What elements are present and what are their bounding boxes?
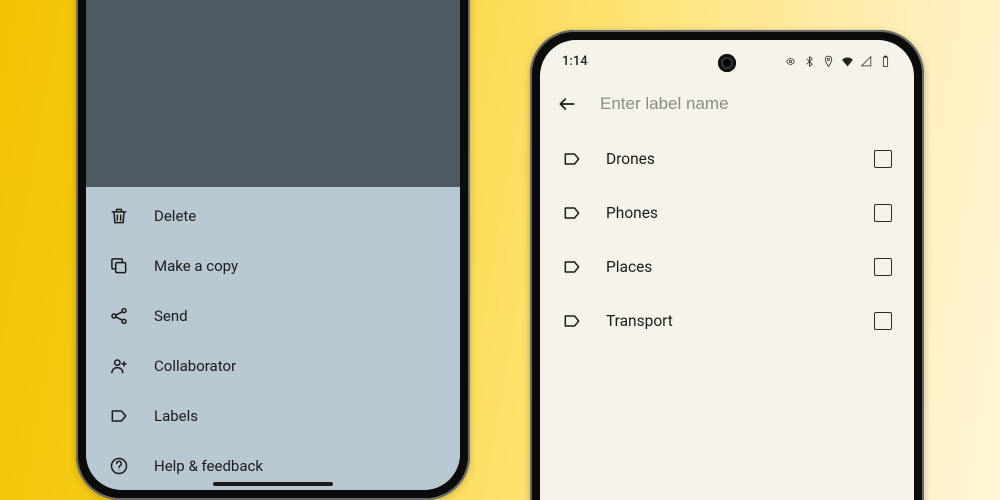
- phone-right-frame: 1:14 Drones: [530, 30, 924, 500]
- stage: Delete Make a copy Send: [0, 0, 1000, 500]
- status-time: 1:14: [562, 54, 588, 69]
- front-camera: [718, 54, 736, 72]
- help-icon: [108, 455, 130, 477]
- menu-make-a-copy[interactable]: Make a copy: [86, 241, 460, 291]
- menu-help-label: Help & feedback: [154, 457, 263, 475]
- label-row-drones[interactable]: Drones: [540, 132, 914, 186]
- vpn-icon: [784, 55, 797, 68]
- menu-collaborator[interactable]: Collaborator: [86, 341, 460, 391]
- share-icon: [108, 305, 130, 327]
- signal-icon: [860, 55, 873, 68]
- menu-labels[interactable]: Labels: [86, 391, 460, 441]
- label-text: Drones: [606, 150, 850, 168]
- menu-labels-label: Labels: [154, 407, 198, 425]
- label-icon: [562, 149, 582, 169]
- phone-left-frame: Delete Make a copy Send: [76, 0, 470, 500]
- copy-icon: [108, 255, 130, 277]
- label-row-phones[interactable]: Phones: [540, 186, 914, 240]
- note-area-dimmed: [86, 0, 460, 187]
- menu-send[interactable]: Send: [86, 291, 460, 341]
- status-icons: [784, 55, 892, 68]
- battery-icon: [879, 55, 892, 68]
- label-name-input[interactable]: [600, 94, 898, 114]
- checkbox[interactable]: [874, 150, 892, 168]
- arrow-left-icon: [557, 94, 577, 114]
- label-icon: [562, 257, 582, 277]
- phone-right-screen: 1:14 Drones: [540, 40, 914, 500]
- label-icon: [108, 405, 130, 427]
- checkbox[interactable]: [874, 258, 892, 276]
- bluetooth-icon: [803, 55, 816, 68]
- menu-copy-label: Make a copy: [154, 257, 238, 275]
- label-text: Places: [606, 258, 850, 276]
- add-person-icon: [108, 355, 130, 377]
- phone-left-screen: Delete Make a copy Send: [86, 0, 460, 490]
- menu-collaborator-label: Collaborator: [154, 357, 236, 375]
- location-icon: [822, 55, 835, 68]
- label-text: Transport: [606, 312, 850, 330]
- checkbox[interactable]: [874, 312, 892, 330]
- label-row-transport[interactable]: Transport: [540, 294, 914, 348]
- home-indicator[interactable]: [213, 482, 333, 486]
- menu-delete-label: Delete: [154, 207, 196, 225]
- label-row-places[interactable]: Places: [540, 240, 914, 294]
- menu-delete[interactable]: Delete: [86, 191, 460, 241]
- checkbox[interactable]: [874, 204, 892, 222]
- label-icon: [562, 203, 582, 223]
- label-icon: [562, 311, 582, 331]
- labels-top-bar: [540, 76, 914, 132]
- trash-icon: [108, 205, 130, 227]
- back-button[interactable]: [556, 93, 578, 115]
- label-text: Phones: [606, 204, 850, 222]
- menu-send-label: Send: [154, 307, 188, 325]
- wifi-icon: [841, 55, 854, 68]
- bottom-sheet-menu: Delete Make a copy Send: [86, 187, 460, 490]
